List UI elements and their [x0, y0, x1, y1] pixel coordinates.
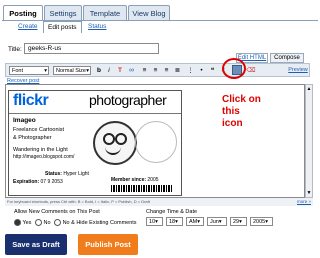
shortcut-hint-text: For keyboard shortcuts, press Ctrl with:… — [7, 199, 150, 204]
annotation-line2: this — [222, 106, 240, 117]
card-line3: Wandering in the Light — [13, 147, 68, 153]
photographer-text: photographer — [89, 92, 167, 108]
comments-hide-label: No & Hide Existing Comments — [62, 219, 137, 226]
subtab-status[interactable]: Status — [88, 23, 106, 30]
align-justify-icon[interactable]: ≣ — [173, 66, 182, 75]
cartoon-eye — [115, 133, 127, 145]
link-icon[interactable]: ∞ — [127, 66, 136, 75]
status-label-text: Status: — [45, 171, 62, 177]
month-select[interactable]: Jun▾ — [207, 217, 227, 226]
status-value-text: Hyper Light — [63, 171, 89, 177]
comments-no-radio[interactable] — [34, 219, 42, 226]
comments-yes-label: Yes — [22, 219, 32, 226]
chevron-down-icon: ▾ — [44, 68, 47, 74]
comments-options: Yes No No & Hide Existing Comments — [14, 219, 137, 226]
annotation-line1: Click on — [222, 94, 261, 105]
card-name: Imageo — [13, 117, 36, 124]
cartoon-mouth — [105, 147, 121, 155]
card-url: http://imageo.blogspot.com/ — [13, 154, 75, 160]
expiration-label-text: Expiration: — [13, 179, 40, 185]
cartoon-portrait — [93, 121, 137, 165]
flickr-logo: flickr — [13, 92, 49, 110]
cartoon-eye — [103, 133, 115, 145]
editor-scrollbar[interactable]: ▲ ▼ — [305, 84, 313, 198]
compose-tab[interactable]: Compose — [270, 53, 304, 63]
editor-toolbar: Font ▾ Normal Size ▾ b i T ∞ ≡ ≡ ≡ ≣ ⋮ • ❝… — [5, 63, 310, 77]
bold-button[interactable]: b — [95, 66, 103, 75]
year-select[interactable]: 2005▾ — [250, 217, 273, 226]
tab-view-blog[interactable]: View Blog — [128, 5, 170, 21]
expiration-value-text: 07 9 2053 — [40, 179, 63, 185]
size-select[interactable]: Normal Size ▾ — [53, 66, 91, 75]
bullet-list-icon[interactable]: • — [197, 66, 206, 75]
datetime-label: Change Time & Date — [146, 209, 198, 215]
card-divider — [9, 113, 181, 114]
font-select-value: Font — [12, 68, 24, 74]
publish-post-button[interactable]: Publish Post — [78, 234, 138, 255]
flickr-logo-text: flickr — [13, 92, 49, 109]
card-line2: & Photographer — [13, 135, 52, 141]
subtab-create[interactable]: Create — [18, 23, 38, 30]
ampm-value: AM — [189, 219, 198, 225]
numbered-list-icon[interactable]: ⋮ — [186, 66, 195, 75]
compose-label: Compose — [274, 55, 300, 61]
tab-view-blog-label: View Blog — [132, 9, 166, 18]
shortcut-hint-bar: For keyboard shortcuts, press Ctrl with:… — [5, 198, 313, 206]
member-since-value-text: 2005 — [147, 177, 159, 183]
annotation-circle — [222, 58, 246, 79]
chevron-down-icon: ▾ — [86, 68, 89, 74]
comments-no-label: No — [43, 219, 51, 226]
align-right-icon[interactable]: ≡ — [162, 66, 171, 75]
ampm-select[interactable]: AM▾ — [186, 217, 204, 226]
italic-button[interactable]: i — [105, 66, 113, 75]
save-draft-button[interactable]: Save as Draft — [5, 234, 67, 255]
title-input-value: geeks-R-us — [28, 45, 62, 52]
month-value: Jun — [210, 219, 219, 225]
preview-link[interactable]: Preview — [288, 66, 308, 75]
tab-posting-label: Posting — [9, 9, 37, 18]
tab-template-label: Template — [89, 9, 121, 18]
scroll-down-icon[interactable]: ▼ — [306, 190, 312, 196]
member-since-label-text: Member since: — [111, 177, 147, 183]
align-center-icon[interactable]: ≡ — [151, 66, 160, 75]
card-status-label: Status: Hyper Light — [45, 171, 89, 177]
comments-yes-radio[interactable] — [14, 219, 21, 226]
hour-value: 10 — [149, 219, 156, 225]
annotation-text: Click on this icon — [222, 94, 261, 130]
photographer-heading: photographer — [89, 92, 167, 108]
minute-select[interactable]: 18▾ — [166, 217, 183, 226]
blockquote-icon[interactable]: ❝ — [208, 66, 217, 75]
tab-template[interactable]: Template — [83, 5, 127, 21]
annotation-line3: icon — [222, 118, 243, 129]
barcode — [111, 185, 173, 192]
card-stamp — [135, 121, 177, 163]
font-select[interactable]: Font ▾ — [9, 66, 49, 75]
tab-settings-label: Settings — [49, 9, 77, 18]
subtab-edit-posts[interactable]: Edit posts — [43, 21, 82, 33]
remove-formatting-icon[interactable]: ⌫ — [246, 66, 256, 75]
title-input[interactable]: geeks-R-us — [24, 43, 159, 54]
flickr-card-image: flickr photographer Imageo Freelance Car… — [8, 90, 182, 196]
comments-label: Allow New Comments on This Post — [14, 209, 100, 215]
hour-select[interactable]: 10▾ — [146, 217, 163, 226]
day-value: 29 — [233, 219, 240, 225]
scroll-up-icon[interactable]: ▲ — [306, 86, 312, 92]
tab-settings[interactable]: Settings — [44, 5, 82, 21]
card-line1: Freelance Cartoonist — [13, 127, 65, 133]
card-member-since: Member since: 2005 — [111, 177, 159, 183]
shortcut-more-link[interactable]: more » — [297, 198, 311, 206]
year-value: 2005 — [253, 219, 266, 225]
text-color-icon[interactable]: T — [116, 66, 124, 75]
comments-hide-radio[interactable] — [54, 219, 62, 226]
align-left-icon[interactable]: ≡ — [140, 66, 149, 75]
day-select[interactable]: 29▾ — [230, 217, 247, 226]
minute-value: 18 — [169, 219, 176, 225]
size-select-value: Normal Size — [56, 68, 86, 74]
card-expiration: Expiration: 07 9 2053 — [13, 179, 63, 185]
title-label: Title: — [8, 46, 22, 53]
